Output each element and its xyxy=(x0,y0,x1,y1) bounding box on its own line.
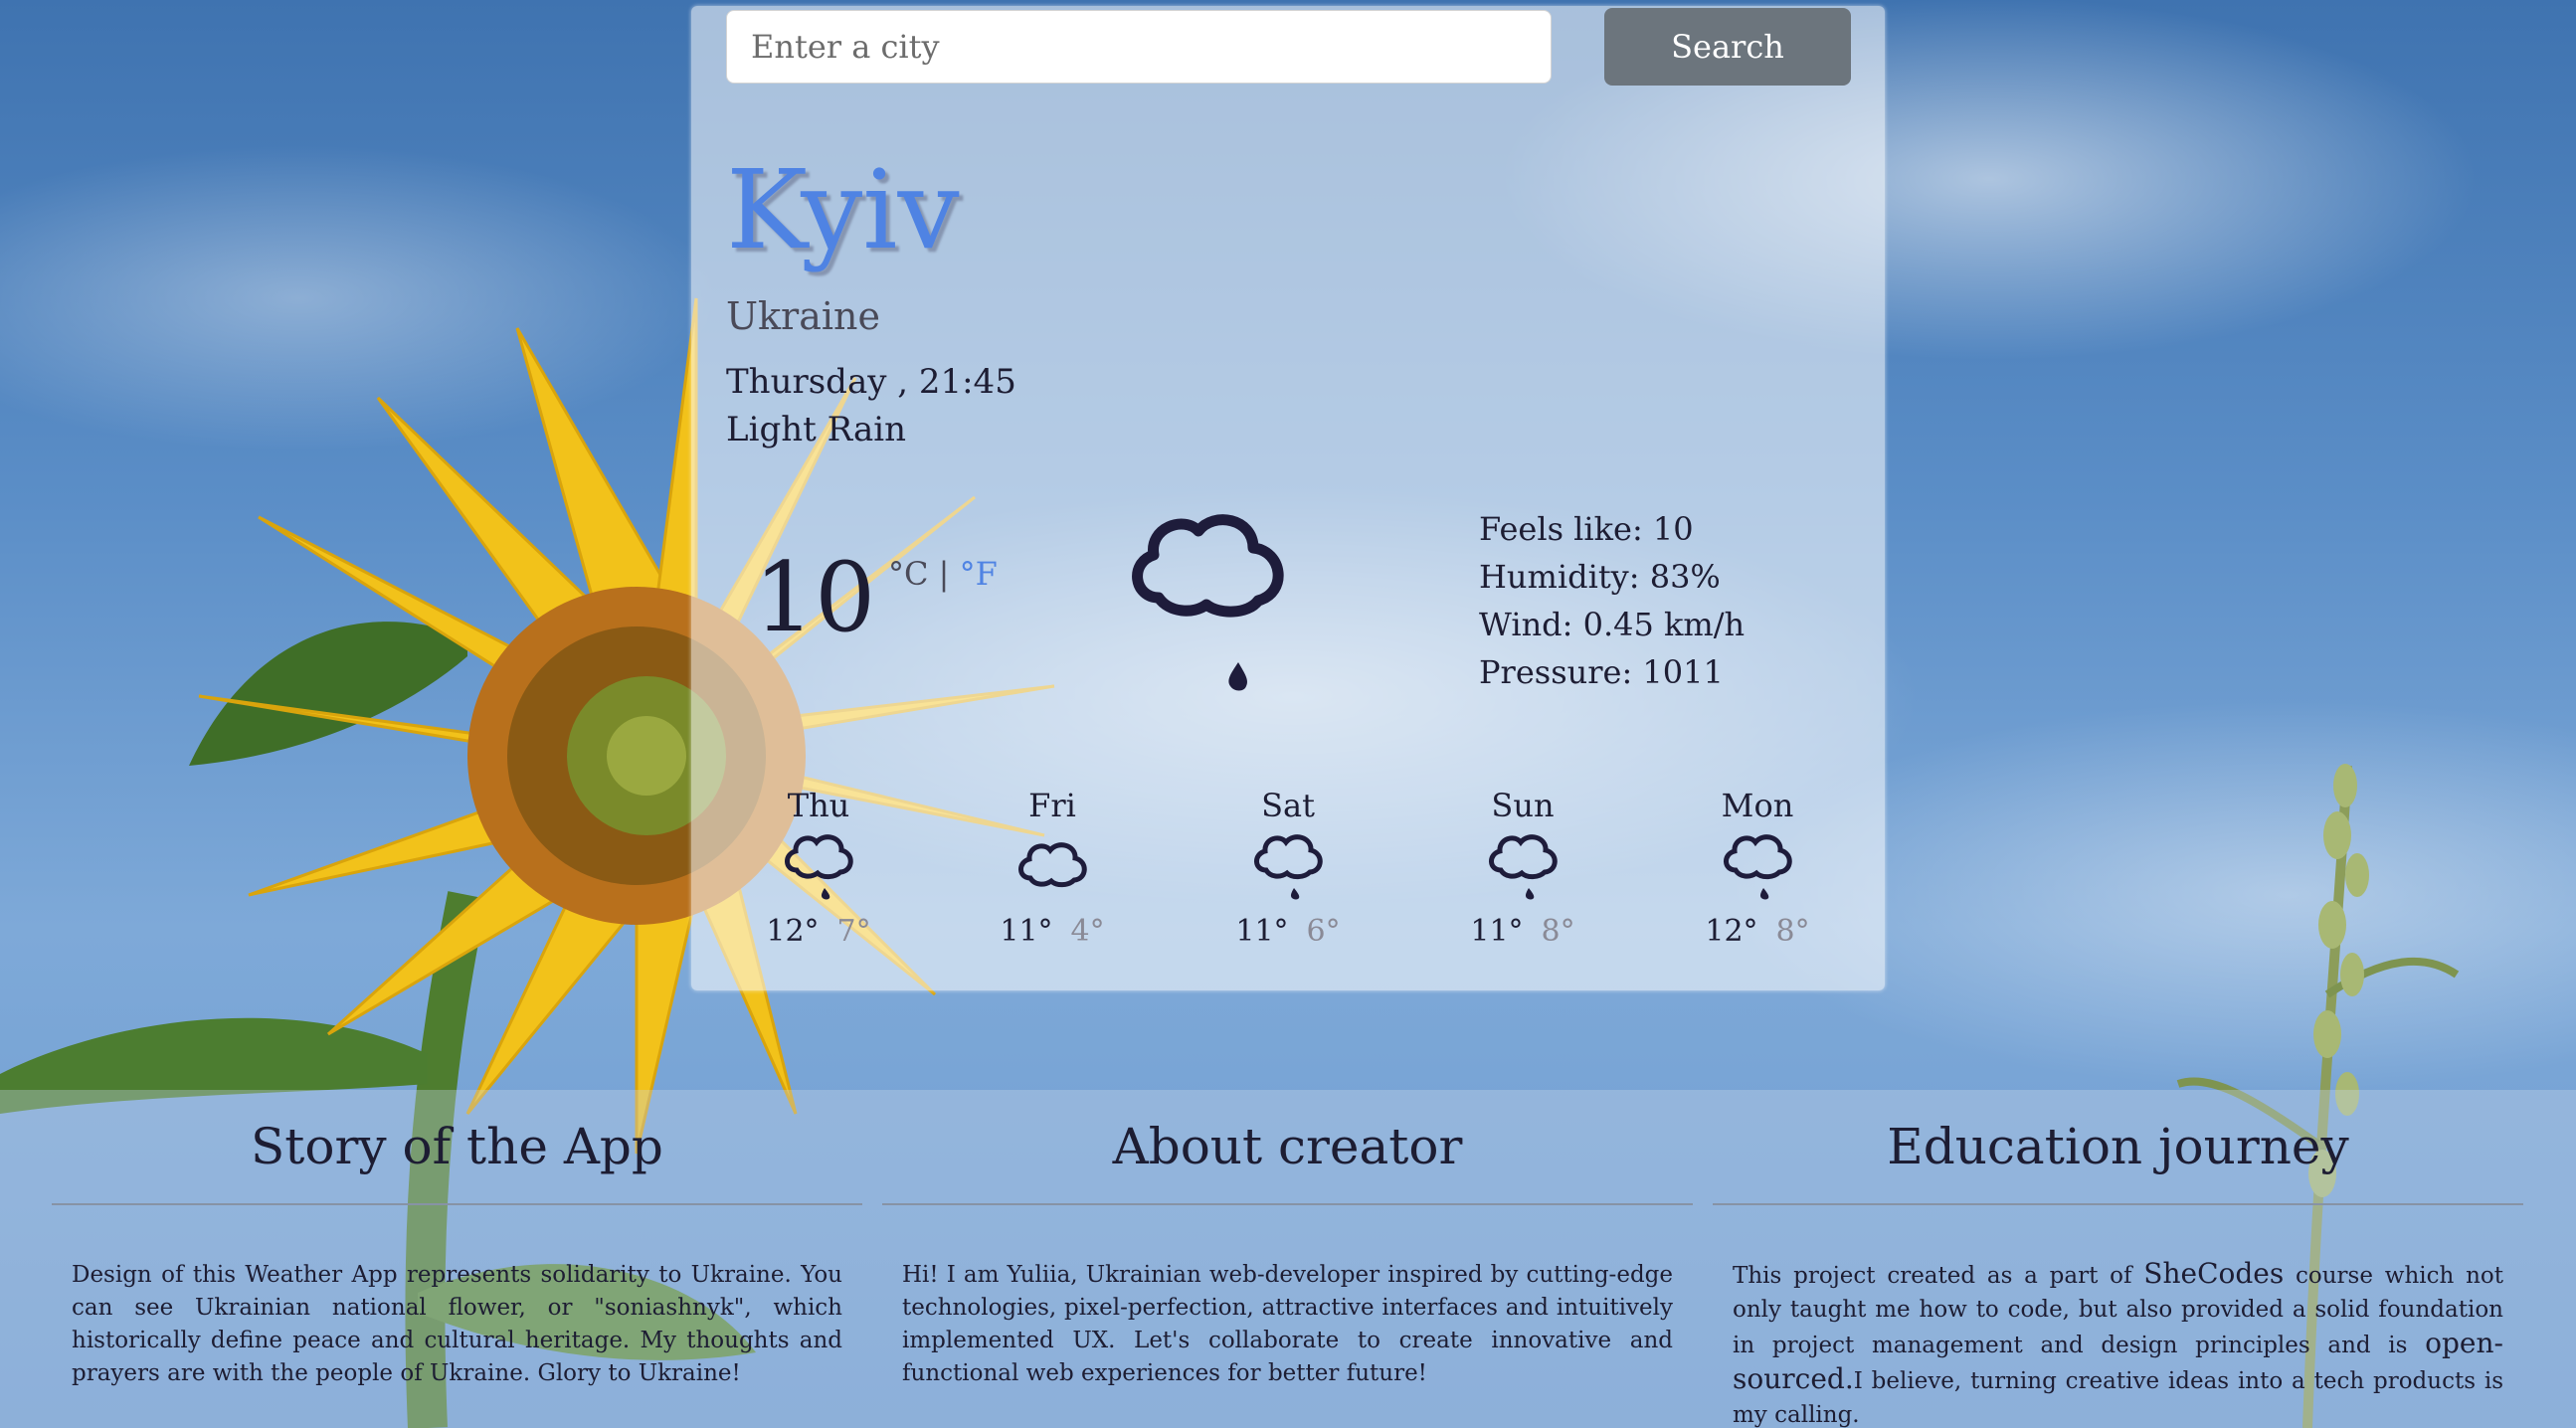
forecast-day: Sun 11° 8° xyxy=(1453,787,1592,949)
divider xyxy=(1713,1203,2523,1205)
wind: Wind: 0.45 km/h xyxy=(1479,606,1746,643)
divider xyxy=(52,1203,862,1205)
rain-icon xyxy=(785,834,853,900)
city-name: Kyiv xyxy=(726,146,960,273)
feels-like: Feels like: 10 xyxy=(1479,510,1694,548)
forecast-max-temp: 12° xyxy=(1705,914,1758,949)
forecast-day-name: Sun xyxy=(1491,787,1555,824)
forecast-day-name: Thu xyxy=(787,787,850,824)
forecast-max-temp: 11° xyxy=(1235,914,1289,949)
fahrenheit-link[interactable]: °F xyxy=(960,555,998,593)
search-button[interactable]: Search xyxy=(1604,8,1851,86)
forecast-day: Thu 12° 7° xyxy=(749,787,888,949)
current-datetime: Thursday , 21:45 xyxy=(726,362,1016,402)
rain-icon xyxy=(1489,834,1558,900)
forecast-day-name: Fri xyxy=(1028,787,1076,824)
story-text: Design of this Weather App represents so… xyxy=(72,1262,842,1386)
story-title: Story of the App xyxy=(251,1118,663,1175)
current-temperature: 10 xyxy=(754,542,876,653)
celsius-link[interactable]: °C xyxy=(888,555,928,593)
forecast-min-temp: 7° xyxy=(836,914,871,949)
weather-description: Light Rain xyxy=(726,410,907,449)
footer-education-section: Education journey This project created a… xyxy=(1713,1090,2523,1428)
footer: Story of the App Design of this Weather … xyxy=(0,1090,2576,1428)
about-title: About creator xyxy=(1112,1118,1463,1175)
forecast-day: Fri 11° 4° xyxy=(983,787,1122,949)
page-background: Search Kyiv Ukraine Thursday , 21:45 Lig… xyxy=(0,0,2576,1428)
weather-details: Feels like: 10 Humidity: 83% Wind: 0.45 … xyxy=(1479,505,1745,696)
education-title: Education journey xyxy=(1887,1118,2349,1175)
forecast-min-temp: 6° xyxy=(1306,914,1341,949)
forecast-min-temp: 4° xyxy=(1070,914,1105,949)
forecast-day: Sat 11° 6° xyxy=(1218,787,1358,949)
footer-story-section: Story of the App Design of this Weather … xyxy=(52,1090,862,1390)
country-name: Ukraine xyxy=(726,294,880,338)
forecast-min-temp: 8° xyxy=(1775,914,1810,949)
city-search-input[interactable] xyxy=(726,10,1552,84)
forecast-max-temp: 12° xyxy=(766,914,820,949)
unit-separator: | xyxy=(938,555,950,593)
education-text-part: This project created as a part of xyxy=(1733,1263,2144,1289)
forecast-day-name: Mon xyxy=(1721,787,1794,824)
about-text: Hi! I am Yuliia, Ukrainian web-developer… xyxy=(902,1262,1673,1386)
forecast-max-temp: 11° xyxy=(1470,914,1524,949)
shecodes-link[interactable]: SheCodes xyxy=(2143,1257,2284,1290)
forecast-row: Thu 12° 7° Fri 11° 4° Sat 11° 6° Sun 11°… xyxy=(691,787,1885,966)
cloud-icon xyxy=(1018,842,1087,888)
weather-card: Search Kyiv Ukraine Thursday , 21:45 Lig… xyxy=(691,6,1885,990)
footer-about-section: About creator Hi! I am Yuliia, Ukrainian… xyxy=(882,1090,1693,1390)
light-rain-icon xyxy=(1132,514,1284,691)
forecast-max-temp: 11° xyxy=(1000,914,1053,949)
forecast-day-name: Sat xyxy=(1261,787,1315,824)
rain-icon xyxy=(1254,834,1323,900)
education-text: This project created as a part of SheCod… xyxy=(1733,1257,2503,1428)
pressure: Pressure: 1011 xyxy=(1479,653,1724,691)
humidity: Humidity: 83% xyxy=(1479,558,1721,596)
divider xyxy=(882,1203,1693,1205)
forecast-day: Mon 12° 8° xyxy=(1688,787,1827,949)
forecast-min-temp: 8° xyxy=(1541,914,1575,949)
rain-icon xyxy=(1724,834,1792,900)
unit-switch: °C | °F xyxy=(888,555,998,593)
